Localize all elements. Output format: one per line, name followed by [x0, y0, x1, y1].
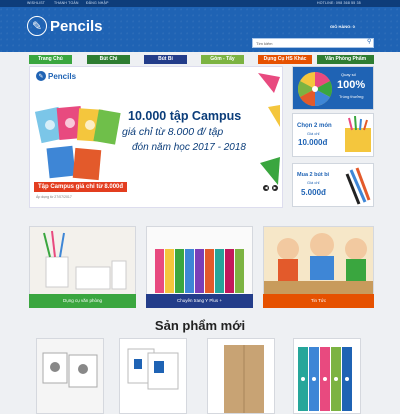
nav-home[interactable]: Trang Chủ: [29, 55, 72, 64]
nav-erasers[interactable]: Gôm - Tẩy: [201, 55, 244, 64]
product-image: [208, 339, 274, 413]
nav-other-tools[interactable]: Dụng Cụ HS Khác: [258, 55, 312, 64]
category-yplus-image[interactable]: [146, 226, 253, 296]
promo3-line2: Giá chỉ: [307, 180, 320, 185]
promo2-line2: Giá chỉ: [307, 131, 320, 136]
product-card[interactable]: [293, 338, 361, 414]
site-header: ✎ Pencils GIỎ HÀNG: 0 Tìm kiếm ⚲: [0, 7, 400, 52]
prev-arrow-icon[interactable]: ◀: [263, 185, 269, 191]
banner-caption[interactable]: Tập Campus giá chỉ từ 8.000đ: [34, 182, 128, 192]
nav-label: Trang Chủ: [38, 56, 63, 62]
search-icon[interactable]: ⚲: [367, 39, 374, 46]
product-image: [120, 339, 186, 413]
banner-year: đón năm học 2017 - 2018: [132, 142, 246, 153]
promo3-price: 5.000đ: [301, 188, 326, 197]
promo1-sub: Trúng thưởng: [339, 94, 364, 99]
nav-label: Bút Chì: [99, 56, 118, 62]
kids-image: [264, 227, 373, 295]
product-card[interactable]: [207, 338, 275, 414]
nav-office[interactable]: Văn Phòng Phẩm: [317, 55, 374, 64]
promo-pens-2[interactable]: Mua 2 bút bi Giá chỉ 5.000đ: [292, 163, 374, 207]
cart-label[interactable]: GIỎ HÀNG: 0: [330, 24, 355, 29]
promo2-price: 10.000đ: [298, 138, 328, 147]
pencil-logo-icon: ✎: [27, 16, 47, 36]
promo-banner[interactable]: ✎ Pencils 10.000 tập Campus giá chỉ từ 8…: [29, 66, 283, 208]
product-image: [37, 339, 103, 413]
banner-price: giá chỉ từ 8.000 đ/ tập: [122, 126, 224, 138]
office-supplies-image: [30, 227, 135, 295]
promo2-line1: Chọn 2 món: [297, 123, 332, 129]
product-image: [294, 339, 360, 413]
login-link[interactable]: ĐĂNG NHẬP: [86, 1, 109, 5]
nav-label: Dụng Cụ HS Khác: [263, 56, 307, 62]
product-card[interactable]: [119, 338, 187, 414]
category-yplus-label[interactable]: Chuyên trang Y Plus +: [146, 294, 253, 308]
promo1-text: Quay số: [341, 72, 356, 77]
pencils-icon: [345, 116, 371, 152]
nav-label: Gôm - Tẩy: [210, 56, 235, 62]
nav-label: Văn Phòng Phẩm: [324, 56, 367, 62]
promo-spin-wheel[interactable]: Quay số 100% Trúng thưởng: [292, 66, 374, 110]
wishlist-link[interactable]: WISHLIST: [27, 1, 45, 5]
top-bar: WISHLIST THANH TOÁN ĐĂNG NHẬP HOTLINE: 0…: [0, 0, 400, 7]
promo1-value: 100%: [337, 79, 366, 91]
category-news-label[interactable]: Tin Tức: [263, 294, 374, 308]
promo3-line1: Mua 2 bút bi: [297, 172, 330, 178]
hotline-text: HOTLINE: 098 368 55 35: [317, 1, 361, 5]
nav-pens[interactable]: Bút Bi: [144, 55, 187, 64]
promo-combo-2[interactable]: Chọn 2 món Giá chỉ 10.000đ: [292, 113, 374, 157]
banner-date: Áp dụng từ 27/07/2017: [36, 195, 72, 199]
binders-image: [147, 227, 252, 295]
category-office-image[interactable]: [29, 226, 136, 296]
site-logo[interactable]: ✎ Pencils: [27, 16, 103, 36]
nav-label: Bút Bi: [158, 56, 173, 62]
checkout-link[interactable]: THANH TOÁN: [54, 1, 79, 5]
search-input[interactable]: Tìm kiếm: [252, 38, 374, 48]
next-arrow-icon[interactable]: ▶: [272, 185, 278, 191]
category-news-image[interactable]: [263, 226, 374, 296]
product-card[interactable]: [36, 338, 104, 414]
nav-pencils[interactable]: Bút Chì: [87, 55, 130, 64]
banner-headline: 10.000 tập Campus: [128, 109, 242, 123]
logo-text: Pencils: [50, 17, 103, 35]
category-office-label[interactable]: Dụng cụ văn phòng: [29, 294, 136, 308]
pens-icon: [345, 167, 371, 205]
new-products-title: Sản phẩm mới: [154, 318, 246, 333]
